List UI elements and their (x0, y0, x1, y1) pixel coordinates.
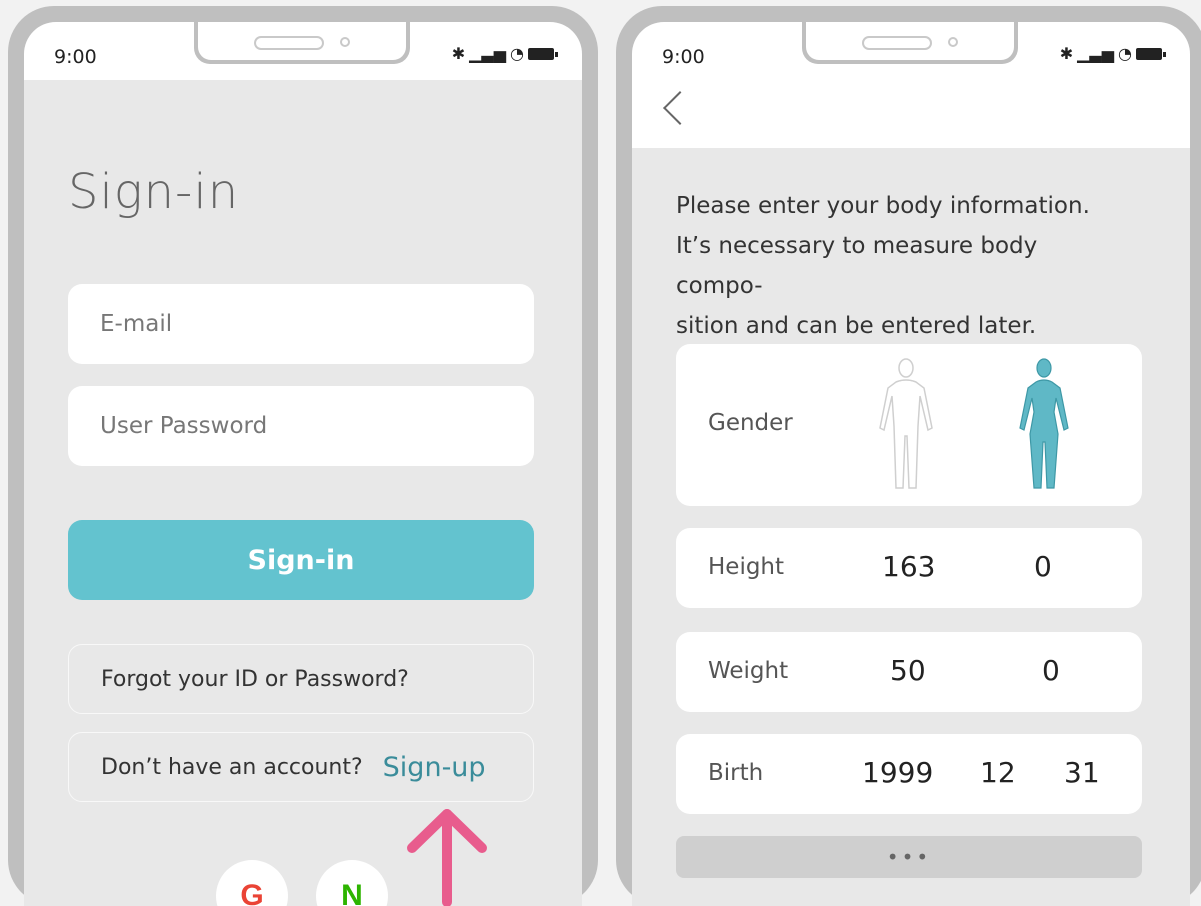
intro-text: Please enter your body information. It’s… (676, 186, 1126, 346)
birth-label: Birth (708, 760, 764, 786)
page-title: Sign-in (68, 164, 240, 220)
signal-icon: ▁▃▅ (469, 44, 507, 63)
speaker-icon (254, 36, 324, 50)
birth-year[interactable]: 1999 (862, 756, 933, 789)
birth-day[interactable]: 31 (1064, 756, 1100, 789)
google-login-button[interactable]: G (216, 860, 288, 906)
naver-login-button[interactable]: N (316, 860, 388, 906)
status-time: 9:00 (54, 46, 97, 68)
wifi-icon: ◔ (1118, 44, 1132, 63)
height-card[interactable]: Height 163 0 (676, 528, 1142, 608)
signup-link[interactable]: Sign-up (383, 752, 486, 783)
signin-screen: Sign-in Sign-in Forgot your ID or Passwo… (24, 80, 582, 906)
back-chevron-icon[interactable] (663, 91, 697, 125)
signal-icon: ▁▃▅ (1077, 44, 1115, 63)
bluetooth-icon: ✱ (1059, 44, 1074, 63)
signup-row: Don’t have an account? Sign-up (68, 732, 534, 802)
camera-icon (948, 37, 958, 47)
body-info-screen: Please enter your body information. It’s… (632, 148, 1190, 906)
signin-button[interactable]: Sign-in (68, 520, 534, 600)
intro-line: It’s necessary to measure body compo- (676, 233, 1038, 299)
weight-value[interactable]: 50 (890, 654, 926, 687)
male-body-icon[interactable] (874, 356, 938, 496)
naver-icon: N (341, 879, 363, 906)
intro-line: Please enter your body information. (676, 193, 1090, 219)
battery-icon (528, 47, 558, 60)
gender-label: Gender (708, 410, 793, 436)
password-field[interactable] (68, 386, 534, 466)
bluetooth-icon: ✱ (451, 44, 466, 63)
forgot-password-link[interactable]: Forgot your ID or Password? (68, 644, 534, 714)
height-decimal[interactable]: 0 (1034, 550, 1052, 583)
email-field-container[interactable] (68, 284, 534, 364)
birth-month[interactable]: 12 (980, 756, 1016, 789)
more-button[interactable]: ••• (676, 836, 1142, 878)
battery-icon (1136, 47, 1166, 60)
height-value[interactable]: 163 (882, 550, 935, 583)
no-account-text: Don’t have an account? (101, 754, 363, 780)
email-field[interactable] (68, 284, 534, 364)
phone-frame-signin: 9:00 ✱ ▁▃▅ ◔ Sign-in Sign-in Forgot your… (8, 6, 598, 906)
female-body-icon[interactable] (1012, 356, 1076, 496)
speaker-icon (862, 36, 932, 50)
google-icon: G (240, 879, 264, 906)
weight-card[interactable]: Weight 50 0 (676, 632, 1142, 712)
weight-decimal[interactable]: 0 (1042, 654, 1060, 687)
status-time: 9:00 (662, 46, 705, 68)
weight-label: Weight (708, 658, 789, 684)
phone-screen: 9:00 ✱ ▁▃▅ ◔ Sign-in Sign-in Forgot your… (24, 22, 582, 906)
gender-card: Gender (676, 344, 1142, 506)
height-label: Height (708, 554, 785, 580)
arrow-up-icon (407, 809, 487, 906)
status-icons: ✱ ▁▃▅ ◔ (1059, 44, 1166, 63)
phone-frame-body-info: 9:00 ✱ ▁▃▅ ◔ Please enter your body info… (616, 6, 1201, 906)
wifi-icon: ◔ (510, 44, 524, 63)
status-icons: ✱ ▁▃▅ ◔ (451, 44, 558, 63)
intro-line: sition and can be entered later. (676, 313, 1037, 339)
top-bar (632, 80, 1190, 148)
password-field-container[interactable] (68, 386, 534, 466)
phone-screen: 9:00 ✱ ▁▃▅ ◔ Please enter your body info… (632, 22, 1190, 906)
birth-card[interactable]: Birth 1999 12 31 (676, 734, 1142, 814)
camera-icon (340, 37, 350, 47)
